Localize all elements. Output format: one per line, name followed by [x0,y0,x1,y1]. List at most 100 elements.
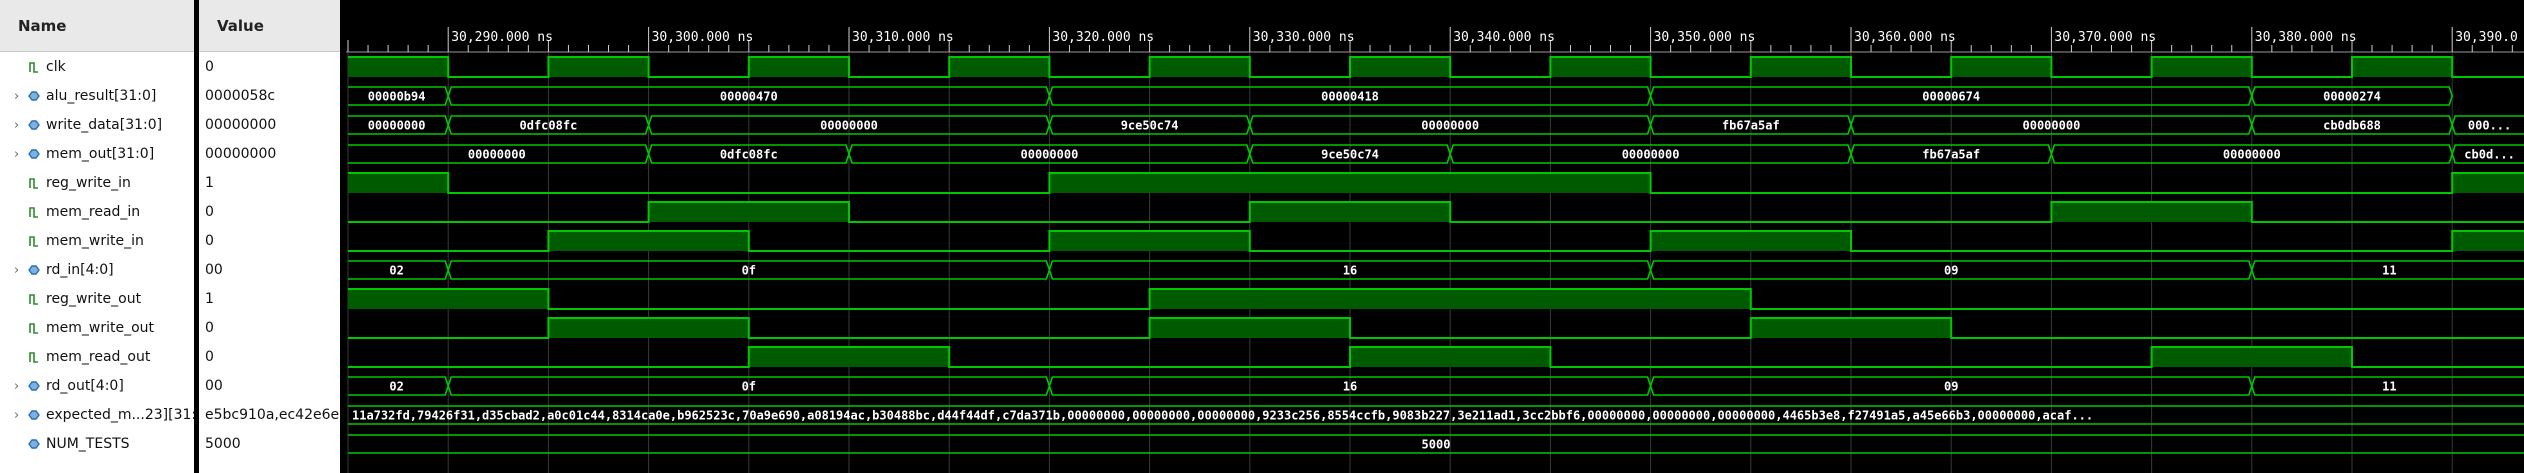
wave-high-fill [1249,289,1350,309]
wave-high-fill [1350,289,1451,309]
wave-high-fill [1049,231,1150,251]
bus-value-label: 00000000 [820,119,878,133]
signal-name: alu_result[31:0] [46,88,157,104]
wave-high-fill [548,57,649,77]
wave-high-fill [2452,173,2524,193]
signal-value: 0 [205,59,214,75]
wave-high-fill [2151,57,2252,77]
time-tick-label: 30,290.000 ns [451,30,553,45]
signal-row[interactable]: reg_write_out [0,285,194,314]
bus-value-label: 11a732fd,79426f31,d35cbad2,a0c01c44,8314… [352,409,2093,423]
wave-high-fill [2151,347,2252,367]
bus-value-label: 9ce50c74 [1321,148,1379,162]
bus-value-label: 00000470 [720,90,778,104]
wave-high-fill [548,231,649,251]
bus-value-label: 0f [742,380,756,394]
wave-high-fill [1249,318,1350,338]
wave-high-fill [1450,347,1551,367]
signal-value: 00000000 [205,117,277,133]
wave-high-fill [348,173,449,193]
time-tick-label: 30,330.000 ns [1253,30,1355,45]
wave-high-fill [1350,173,1451,193]
signal-row[interactable]: › rd_out[4:0] [0,372,194,401]
signal-value: e5bc910a,ec42e6e7,d [205,407,340,423]
expand-chevron-icon[interactable]: › [14,82,19,111]
bus-value-label: 0dfc08fc [520,119,578,133]
bus-signal-icon [28,265,40,275]
signal-row[interactable]: › write_data[31:0] [0,111,194,140]
signal-row[interactable]: › alu_result[31:0] [0,82,194,111]
wave-high-fill [1149,318,1250,338]
signal-row[interactable]: mem_write_out [0,314,194,343]
signal-value: 0 [205,320,214,336]
signal-value: 0000058c [205,88,276,104]
wave-high-fill [1750,231,1851,251]
signal-name: mem_write_in [46,233,144,249]
waveform-viewer: Name clk › alu_result[31:0] › write_data[31:… [0,0,2524,473]
wave-high-fill [1350,347,1451,367]
expand-chevron-icon[interactable]: › [14,140,19,169]
wave-high-fill [1550,173,1651,193]
signal-row[interactable]: mem_read_out [0,343,194,372]
time-tick-label: 30,390.0 [2455,30,2518,45]
bus-value-label: cb0d... [2464,148,2515,162]
signal-row[interactable]: NUM_TESTS [0,430,194,459]
wave-high-fill [1650,231,1751,251]
bus-value-label: 11 [2382,380,2396,394]
signal-value: 1 [205,291,214,307]
bus-value-label: 0dfc08fc [720,148,778,162]
waveform-canvas[interactable]: 30,290.000 ns 30,300.000 ns 30,310.000 ns 3… [346,0,2524,473]
signal-row[interactable]: › rd_in[4:0] [0,256,194,285]
bus-value-label: 00000674 [1922,90,1980,104]
wave-high-fill [2352,57,2453,77]
signal-row[interactable]: mem_read_in [0,198,194,227]
bus-value-label: 00000000 [1421,119,1479,133]
signal-name: mem_out[31:0] [46,146,155,162]
wave-high-fill [748,347,849,367]
bus-value-label: 00000418 [1321,90,1379,104]
waveform-panel[interactable]: 30,290.000 ns 30,300.000 ns 30,310.000 ns 3… [346,0,2524,473]
value-column-header[interactable]: Value [199,0,340,52]
signal-row[interactable]: reg_write_in [0,169,194,198]
bus-value-label: 16 [1343,380,1357,394]
wave-high-fill [1350,57,1451,77]
expand-chevron-icon[interactable]: › [14,401,19,430]
wave-high-fill [1750,57,1851,77]
signal-row[interactable]: clk [0,53,194,82]
signal-name: mem_write_out [46,320,155,336]
wave-high-fill [1550,289,1651,309]
signal-row[interactable]: › mem_out[31:0] [0,140,194,169]
name-column-header[interactable]: Name [0,0,194,52]
wave-high-fill [648,202,749,222]
bus-signal-icon [28,149,40,159]
bus-value-label: cb0db688 [2323,119,2381,133]
bus-value-label: 02 [389,264,403,278]
wave-high-fill [2151,202,2252,222]
signal-row[interactable]: › expected_m...23][31:0] [0,401,194,430]
expand-chevron-icon[interactable]: › [14,372,19,401]
expand-chevron-icon[interactable]: › [14,111,19,140]
bus-signal-icon [28,120,40,130]
bus-value-label: 00000274 [2323,90,2381,104]
wave-high-fill [849,347,950,367]
expand-chevron-icon[interactable]: › [14,256,19,285]
bus-signal-icon [28,381,40,391]
time-tick-label: 30,380.000 ns [2255,30,2357,45]
bus-value-label: 0f [742,264,756,278]
wave-high-fill [648,318,749,338]
bus-value-label: 00000000 [468,148,526,162]
wave-high-fill [1450,289,1551,309]
bus-signal-icon [28,410,40,420]
signal-row[interactable]: mem_write_in [0,227,194,256]
bus-value-label: fb67a5af [1722,119,1780,133]
signal-value: 1 [205,175,214,191]
bus-value-label: 09 [1944,380,1958,394]
signal-name: clk [46,59,66,75]
time-tick-label: 30,370.000 ns [2054,30,2156,45]
signal-name: mem_read_out [46,349,151,365]
bit-signal-icon [29,236,38,247]
bus-value-label: 00000b94 [368,90,426,104]
signal-name: reg_write_in [46,175,131,191]
wave-high-fill [1149,289,1250,309]
bit-signal-icon [29,352,38,363]
